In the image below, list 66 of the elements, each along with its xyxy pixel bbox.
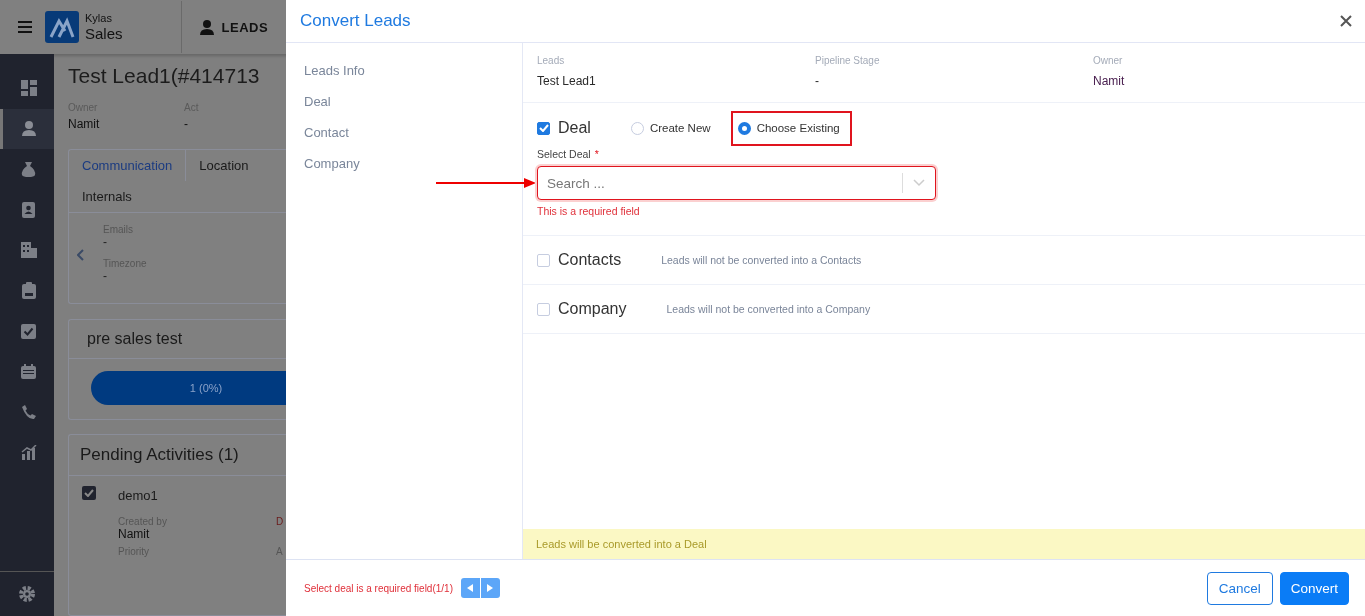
next-button[interactable] — [481, 578, 500, 598]
calendar-icon — [21, 364, 36, 380]
phone-icon — [21, 404, 36, 420]
field-label: Leads — [537, 55, 566, 66]
info-banner: Leads will be converted into a Deal — [523, 529, 1365, 559]
detail-value: - — [103, 235, 108, 249]
brand-name: Kylas — [85, 12, 113, 25]
caret-right-icon — [487, 584, 494, 592]
chevron-left-icon[interactable] — [77, 249, 84, 261]
checkbox[interactable] — [82, 486, 96, 500]
building-icon — [20, 242, 37, 259]
clipboard-icon — [21, 282, 36, 300]
field-label: Select Deal — [537, 148, 591, 160]
cancel-button[interactable]: Cancel — [1206, 571, 1273, 605]
section-label: Company — [558, 300, 627, 318]
tab[interactable]: Communication — [69, 150, 187, 181]
menu-icon[interactable] — [18, 21, 32, 33]
contact-card-icon — [21, 201, 36, 218]
field-value: Namit — [1093, 74, 1126, 88]
nav-link[interactable]: Deal — [304, 94, 504, 109]
checkbox[interactable] — [537, 121, 550, 135]
activity-name: demo1 — [118, 488, 158, 503]
lead-title: Test Lead1(#414713 — [68, 64, 261, 88]
person-icon — [21, 121, 36, 137]
field-label: D — [276, 516, 284, 527]
radio-label[interactable]: Create New — [649, 122, 711, 134]
section-label: Deal — [558, 119, 591, 137]
section-title[interactable]: LEADS — [221, 19, 269, 35]
close-icon[interactable] — [1340, 15, 1352, 27]
tab[interactable]: Internals — [69, 181, 145, 212]
previous-button[interactable] — [461, 578, 480, 598]
sidebar-item[interactable] — [0, 108, 54, 149]
nav-link[interactable]: Company — [304, 156, 504, 171]
error-message: This is a required field — [537, 205, 641, 217]
field-value: Namit — [118, 527, 151, 541]
field-value: - — [815, 74, 820, 88]
convert-button[interactable]: Convert — [1279, 571, 1349, 605]
brand-product: Sales — [85, 24, 123, 42]
nav-link[interactable]: Contact — [304, 125, 504, 140]
field-value: Namit — [68, 117, 101, 131]
section-label: Contacts — [558, 251, 622, 269]
search-field[interactable]: Search ... — [537, 166, 936, 200]
radio-button[interactable] — [737, 121, 751, 135]
field-value: Test Lead1 — [537, 74, 597, 88]
checkbox[interactable] — [537, 302, 550, 316]
money-bag-icon — [21, 161, 36, 178]
field-value: - — [184, 117, 189, 131]
required-mark: * — [594, 148, 599, 160]
detail-value: - — [103, 269, 108, 283]
logo-icon — [45, 11, 79, 43]
checkbox[interactable] — [537, 253, 550, 267]
error-summary: Select deal is a required field(1/1) — [304, 582, 453, 594]
settings-icon[interactable] — [19, 586, 35, 602]
field-label: Pipeline Stage — [815, 55, 881, 66]
person-icon — [199, 19, 214, 35]
bar-chart-icon — [20, 445, 37, 461]
nav-link[interactable]: Leads Info — [304, 63, 504, 78]
checkbox-icon — [21, 323, 36, 339]
caret-left-icon — [467, 584, 474, 592]
radio-label[interactable]: Choose Existing — [756, 122, 840, 134]
dialog-title: Convert Leads — [300, 11, 411, 31]
dashboard-icon — [20, 80, 37, 97]
section-note: Leads will not be converted into a Company — [666, 303, 871, 315]
field-label: Owner — [1093, 55, 1124, 66]
section-note: Leads will not be converted into a Contacts — [661, 254, 862, 266]
tab[interactable]: Location — [186, 150, 262, 181]
